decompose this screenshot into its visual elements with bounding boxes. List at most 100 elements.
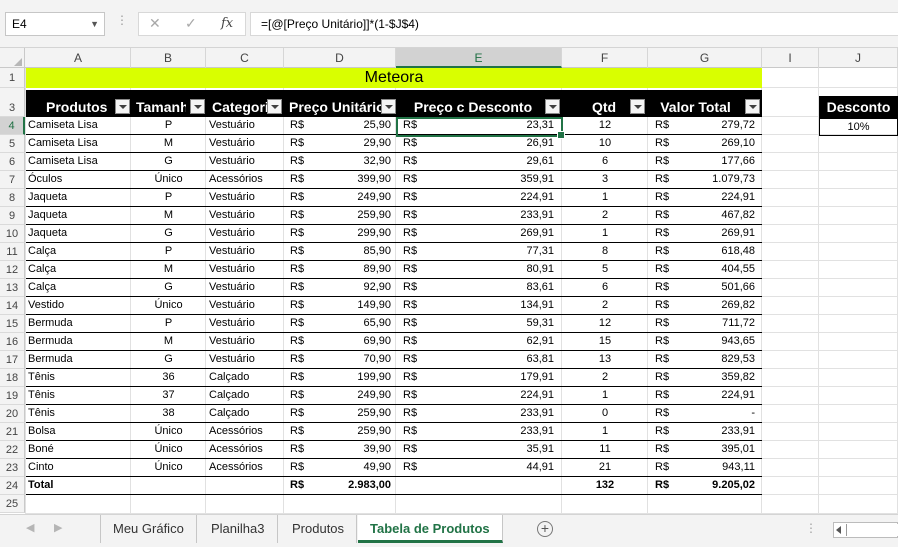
table-header-preco-desconto[interactable]: Preço c Desconto — [398, 90, 548, 117]
cell-currency[interactable]: R$ — [290, 315, 310, 332]
chevron-down-icon[interactable]: ▼ — [90, 13, 99, 35]
column-header-j[interactable]: J — [819, 48, 898, 68]
cell-currency[interactable]: R$ — [655, 225, 675, 242]
cell-currency[interactable]: R$ — [655, 333, 675, 350]
cell-currency[interactable]: R$ — [655, 459, 675, 476]
cell-categoria[interactable]: Vestuário — [209, 153, 285, 170]
cell-produto[interactable]: Tênis — [28, 369, 128, 386]
scroll-tabs-right-icon[interactable]: ▶ — [54, 521, 62, 534]
cell-currency[interactable]: R$ — [403, 189, 423, 206]
row-header-12[interactable]: 12 — [0, 261, 25, 279]
cell-categoria[interactable]: Calçado — [209, 387, 285, 404]
cell-tamanho[interactable]: P — [131, 189, 206, 206]
cell-currency[interactable]: R$ — [655, 369, 675, 386]
cell-currency[interactable]: R$ — [403, 171, 423, 188]
cell-tamanho[interactable]: 37 — [131, 387, 206, 404]
cell-currency[interactable]: R$ — [403, 135, 423, 152]
formula-input[interactable]: =[@[Preço Unitário]]*(1-$J$4) — [250, 12, 898, 36]
cell-currency[interactable]: R$ — [290, 225, 310, 242]
row-header-25[interactable]: 25 — [0, 495, 25, 513]
insert-function-icon[interactable]: fx — [221, 16, 233, 31]
cell-currency[interactable]: R$ — [403, 351, 423, 368]
cell-preco-unitario[interactable]: 199,90 — [310, 369, 391, 386]
cell-qtd[interactable]: 1 — [562, 225, 648, 242]
discount-value[interactable]: 10% — [819, 118, 898, 136]
cell-preco-desconto[interactable]: 179,91 — [423, 369, 554, 386]
filter-dropdown-icon[interactable] — [630, 99, 645, 114]
cell-qtd[interactable]: 6 — [562, 279, 648, 296]
cell-currency[interactable]: R$ — [403, 315, 423, 332]
cell-tamanho[interactable]: 38 — [131, 405, 206, 422]
cell-currency[interactable]: R$ — [655, 117, 675, 134]
cell-categoria[interactable]: Vestuário — [209, 297, 285, 314]
select-all-corner[interactable] — [0, 48, 25, 68]
cell-valor-total[interactable]: 359,82 — [676, 369, 755, 386]
cell-preco-desconto[interactable]: 59,31 — [423, 315, 554, 332]
cell-qtd[interactable]: 12 — [562, 117, 648, 134]
cell-qtd[interactable]: 1 — [562, 387, 648, 404]
cell-valor-total[interactable]: 233,91 — [676, 423, 755, 440]
cell-preco-desconto[interactable]: 134,91 — [423, 297, 554, 314]
cell-categoria[interactable]: Acessórios — [209, 441, 285, 458]
cell-categoria[interactable]: Acessórios — [209, 171, 285, 188]
cell-currency[interactable]: R$ — [403, 441, 423, 458]
cell-currency[interactable]: R$ — [403, 207, 423, 224]
cell-tamanho[interactable]: P — [131, 315, 206, 332]
column-header-i[interactable]: I — [762, 48, 819, 68]
cell-preco-unitario[interactable]: 249,90 — [310, 189, 391, 206]
cancel-icon[interactable]: ✕ — [149, 15, 161, 32]
cell-produto[interactable]: Jaqueta — [28, 189, 128, 206]
row-header-18[interactable]: 18 — [0, 369, 25, 387]
cell-tamanho[interactable]: Único — [131, 423, 206, 440]
cell-produto[interactable]: Tênis — [28, 405, 128, 422]
row-header-23[interactable]: 23 — [0, 459, 25, 477]
cell-preco-desconto[interactable]: 233,91 — [423, 423, 554, 440]
cell-qtd[interactable]: 8 — [562, 243, 648, 260]
cell-preco-unitario[interactable]: 259,90 — [310, 423, 391, 440]
cell-currency[interactable]: R$ — [403, 225, 423, 242]
sheet-tab-2[interactable]: Planilha3 — [199, 515, 278, 543]
cell-currency[interactable]: R$ — [655, 135, 675, 152]
cell-currency[interactable]: R$ — [403, 333, 423, 350]
cell-currency[interactable]: R$ — [290, 189, 310, 206]
cell-produto[interactable]: Calça — [28, 279, 128, 296]
cell-currency[interactable]: R$ — [290, 477, 310, 494]
cell-categoria[interactable]: Calçado — [209, 369, 285, 386]
cell-currency[interactable]: R$ — [403, 153, 423, 170]
cell-produto[interactable]: Bermuda — [28, 333, 128, 350]
sheet-title[interactable]: Meteora — [26, 68, 762, 88]
add-sheet-icon[interactable]: + — [537, 521, 553, 537]
table-header-preco-unitario[interactable]: Preço Unitário — [289, 90, 381, 117]
cell-currency[interactable]: R$ — [655, 387, 675, 404]
cell-currency[interactable]: R$ — [290, 261, 310, 278]
cell-produto[interactable]: Jaqueta — [28, 207, 128, 224]
filter-dropdown-icon[interactable] — [190, 99, 205, 114]
cell-preco-unitario[interactable]: 149,90 — [310, 297, 391, 314]
cell-produto[interactable]: Jaqueta — [28, 225, 128, 242]
cell-preco-unitario[interactable]: 32,90 — [310, 153, 391, 170]
row-header-21[interactable]: 21 — [0, 423, 25, 441]
cell-currency[interactable]: R$ — [290, 387, 310, 404]
cell-categoria[interactable]: Vestuário — [209, 135, 285, 152]
cell-tamanho[interactable]: G — [131, 153, 206, 170]
scrollbar-thumb[interactable] — [846, 524, 898, 536]
cell-preco-unitario[interactable]: 249,90 — [310, 387, 391, 404]
cell-currency[interactable]: R$ — [290, 351, 310, 368]
cell-produto[interactable]: Óculos — [28, 171, 128, 188]
cell-currency[interactable]: R$ — [655, 423, 675, 440]
cell-currency[interactable]: R$ — [290, 207, 310, 224]
cell-qtd[interactable]: 2 — [562, 207, 648, 224]
cell-preco-desconto[interactable]: 62,91 — [423, 333, 554, 350]
cell-produto[interactable]: Bermuda — [28, 351, 128, 368]
cell-valor-total[interactable]: 269,91 — [676, 225, 755, 242]
cell-qtd[interactable]: 1 — [562, 189, 648, 206]
cell-tamanho[interactable]: Único — [131, 459, 206, 476]
cell-categoria[interactable]: Acessórios — [209, 423, 285, 440]
cell-currency[interactable]: R$ — [655, 297, 675, 314]
cell-currency[interactable]: R$ — [290, 405, 310, 422]
cell-preco-unitario[interactable]: 65,90 — [310, 315, 391, 332]
row-header-7[interactable]: 7 — [0, 171, 25, 189]
discount-label[interactable]: Desconto — [819, 96, 898, 118]
cell-tamanho[interactable]: G — [131, 279, 206, 296]
row-header-5[interactable]: 5 — [0, 135, 25, 153]
